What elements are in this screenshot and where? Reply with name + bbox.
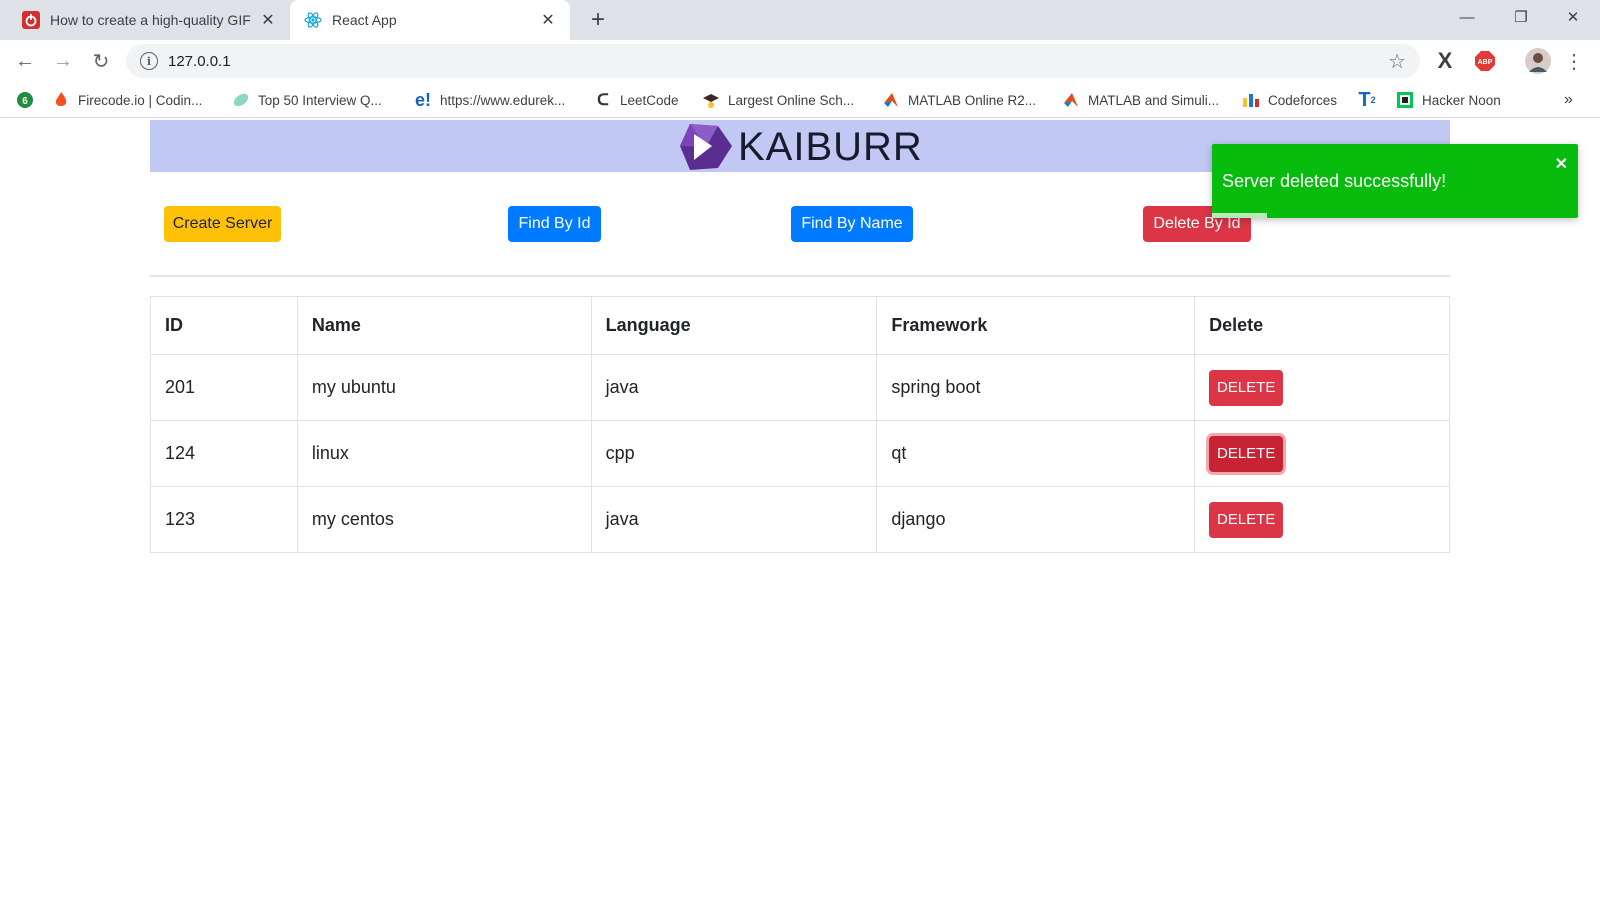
cell-id: 123 [150, 486, 298, 553]
kaiburr-logo: KAIBURR [676, 122, 923, 172]
column-header-name: Name [296, 296, 592, 355]
cell-id: 201 [150, 354, 298, 421]
svg-text:6: 6 [22, 96, 28, 107]
cell-id: 124 [150, 420, 298, 487]
site-info-icon[interactable]: i [140, 52, 158, 70]
svg-text:ABP: ABP [1478, 59, 1493, 66]
browser-toolbar: ← → ↻ i 127.0.0.1 ☆ [0, 40, 1600, 82]
avatar[interactable] [1524, 48, 1552, 74]
hackernoon-icon [1396, 91, 1414, 109]
servers-table: ID Name Language Framework Delete 201 my… [150, 296, 1450, 553]
minimize-icon[interactable]: — [1440, 0, 1494, 34]
table-row: 124 linux cpp qt DELETE [150, 420, 1450, 487]
find-by-name-button[interactable]: Find By Name [791, 206, 913, 242]
table-row: 123 my centos java django DELETE [150, 486, 1450, 553]
tab-react-app[interactable]: React App ✕ [290, 0, 570, 40]
power-icon [22, 11, 40, 29]
bookmark-label: Top 50 Interview Q... [258, 92, 382, 108]
toast-close-icon[interactable]: ✕ [1555, 154, 1568, 174]
cell-name: my ubuntu [296, 354, 592, 421]
cell-language: cpp [590, 420, 878, 487]
success-toast: Server deleted successfully! ✕ [1212, 144, 1578, 218]
reload-icon[interactable]: ↻ [86, 46, 116, 76]
table-row: 201 my ubuntu java spring boot DELETE [150, 354, 1450, 421]
cell-framework: qt [876, 420, 1196, 487]
column-header-framework: Framework [876, 296, 1196, 355]
matlab-icon [882, 91, 900, 109]
find-by-id-button[interactable]: Find By Id [508, 206, 601, 242]
bookmarks-bar: 6 Firecode.io | Codin... Top 50 Intervie… [0, 82, 1600, 118]
cell-delete: DELETE [1194, 486, 1450, 553]
delete-row-button[interactable]: DELETE [1209, 369, 1284, 406]
column-header-id: ID [150, 296, 298, 355]
bookmark-top50[interactable]: Top 50 Interview Q... [232, 90, 382, 110]
delete-row-button[interactable]: DELETE [1209, 435, 1284, 472]
adblock-icon[interactable]: ABP [1472, 48, 1498, 74]
bookmark-matlab-simulink[interactable]: MATLAB and Simuli... [1062, 90, 1219, 110]
bookmark-label: Largest Online Sch... [728, 92, 855, 108]
bookmark-label: MATLAB Online R2... [908, 92, 1037, 108]
cell-delete: DELETE [1194, 354, 1450, 421]
bookmark-label: Hacker Noon [1422, 92, 1501, 108]
bookmark-matlab-online[interactable]: MATLAB Online R2... [882, 90, 1036, 110]
cell-language: java [590, 354, 878, 421]
bookmark-hackernoon[interactable]: Hacker Noon [1396, 90, 1501, 110]
kebab-menu-icon[interactable]: ⋮ [1564, 48, 1584, 74]
cell-delete: DELETE [1194, 420, 1450, 487]
bookmark-label: MATLAB and Simuli... [1088, 92, 1220, 108]
firecode-icon [52, 91, 70, 109]
graduation-icon [702, 91, 720, 109]
toast-message: Server deleted successfully! [1222, 171, 1447, 191]
create-server-button[interactable]: Create Server [164, 206, 281, 242]
bookmark-label: https://www.edurek... [440, 92, 566, 108]
logo-wordmark: KAIBURR [738, 125, 923, 169]
bookmark-edureka[interactable]: e! https://www.edurek... [414, 90, 565, 110]
bookmark-t2[interactable]: T2 [1358, 88, 1376, 111]
cell-name: my centos [296, 486, 592, 553]
back-arrow-icon[interactable]: ← [10, 46, 40, 76]
new-tab-button[interactable]: + [584, 6, 612, 34]
tab-title: How to create a high-quality GIF [50, 12, 251, 28]
address-bar[interactable]: i 127.0.0.1 ☆ [126, 44, 1420, 78]
tab-strip: How to create a high-quality GIF ✕ React… [0, 0, 1600, 40]
bookmark-star-icon[interactable]: ☆ [1388, 49, 1406, 74]
bookmark-badge[interactable]: 6 [16, 90, 34, 110]
matlab-icon [1062, 91, 1080, 109]
bookmark-codeforces[interactable]: Codeforces [1242, 90, 1337, 110]
tab-gif[interactable]: How to create a high-quality GIF ✕ [8, 0, 290, 40]
bookmarks-overflow-icon[interactable]: » [1564, 90, 1573, 110]
delete-row-button[interactable]: DELETE [1209, 501, 1284, 538]
tab-close-icon[interactable]: ✕ [538, 10, 558, 30]
tab-title: React App [332, 12, 397, 28]
cell-name: linux [296, 420, 592, 487]
bookmark-label: Firecode.io | Codin... [78, 92, 203, 108]
react-icon [304, 11, 322, 29]
bookmark-largest-online[interactable]: Largest Online Sch... [702, 90, 854, 110]
green-badge-icon: 6 [16, 91, 34, 109]
codeforces-icon [1242, 91, 1260, 109]
tab-close-icon[interactable]: ✕ [258, 10, 278, 30]
forward-arrow-icon[interactable]: → [48, 46, 78, 76]
table-header-row: ID Name Language Framework Delete [150, 296, 1450, 355]
cell-framework: django [876, 486, 1196, 553]
t2-icon: T2 [1358, 88, 1376, 111]
x-extension-icon[interactable]: X [1432, 48, 1458, 74]
column-header-delete: Delete [1194, 296, 1450, 355]
restore-icon[interactable]: ❐ [1494, 0, 1548, 34]
leetcode-icon: ᑕ [597, 92, 609, 109]
leaf-icon [232, 91, 250, 109]
divider [150, 275, 1450, 277]
url-text: 127.0.0.1 [168, 52, 231, 70]
bookmark-firecode[interactable]: Firecode.io | Codin... [52, 90, 202, 110]
column-header-language: Language [590, 296, 878, 355]
window-close-icon[interactable]: ✕ [1548, 0, 1598, 34]
cell-language: java [590, 486, 878, 553]
bookmark-label: Codeforces [1268, 92, 1338, 108]
kaiburr-logo-icon [680, 124, 732, 170]
toast-progress-bar [1212, 213, 1267, 218]
edureka-icon: e! [414, 89, 431, 110]
bookmark-label: LeetCode [620, 92, 679, 108]
bookmark-leetcode[interactable]: ᑕ LeetCode [594, 90, 679, 110]
cell-framework: spring boot [876, 354, 1196, 421]
